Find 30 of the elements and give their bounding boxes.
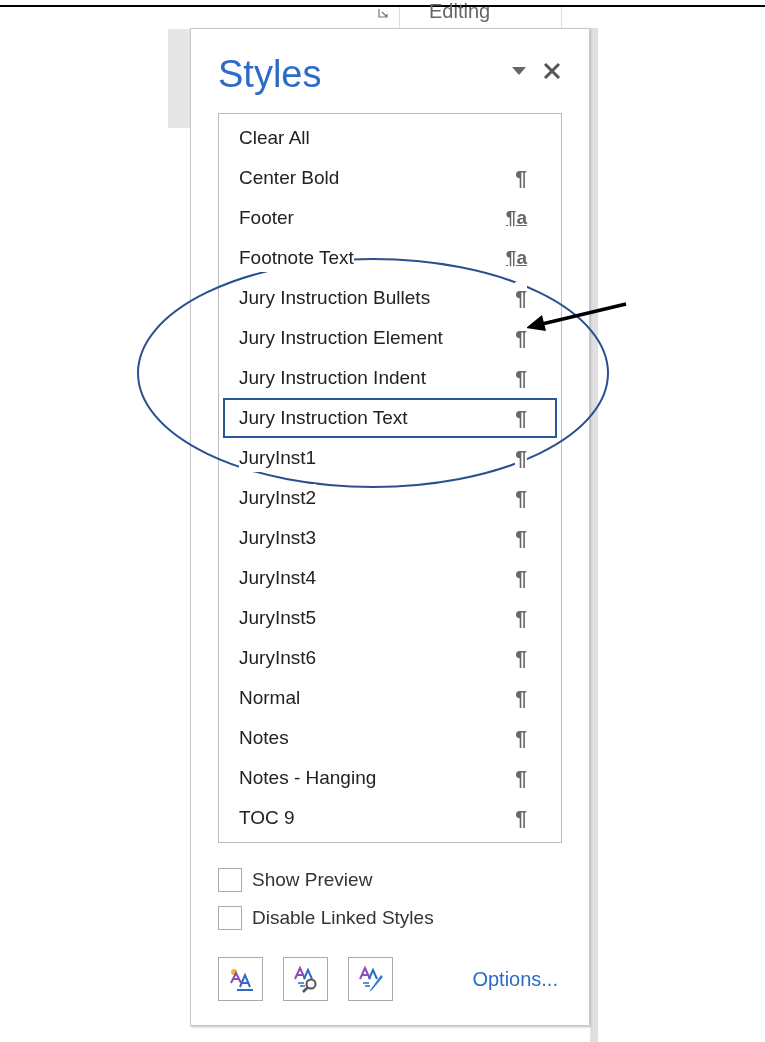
dialog-launcher-icon[interactable]: [378, 8, 388, 18]
style-item[interactable]: Center Bold ¶: [223, 158, 557, 198]
style-item[interactable]: Jury Instruction Bullets ¶: [223, 278, 557, 318]
style-item[interactable]: JuryInst1 ¶: [223, 438, 557, 478]
option-checkbox[interactable]: Show Preview: [218, 867, 561, 893]
ribbon-group-label: Editing: [429, 1, 491, 24]
dropdown-icon[interactable]: [512, 67, 526, 75]
style-inspector-button[interactable]: [283, 957, 328, 1001]
close-icon[interactable]: [543, 62, 561, 80]
style-item[interactable]: Notes - Hanging ¶: [223, 758, 557, 798]
style-item[interactable]: JuryInst6 ¶: [223, 638, 557, 678]
style-item[interactable]: Notes ¶: [223, 718, 557, 758]
style-item[interactable]: JuryInst4 ¶: [223, 558, 557, 598]
style-item[interactable]: JuryInst2 ¶: [223, 478, 557, 518]
style-item[interactable]: Jury Instruction Text ¶: [223, 398, 557, 438]
style-item[interactable]: TOC 9 ¶: [223, 798, 557, 838]
style-item[interactable]: Normal ¶: [223, 678, 557, 718]
style-item[interactable]: Footer ¶a: [223, 198, 557, 238]
style-item[interactable]: Clear All: [223, 118, 557, 158]
style-item[interactable]: JuryInst3 ¶: [223, 518, 557, 558]
manage-styles-icon: [356, 965, 385, 993]
style-item[interactable]: JuryInst5 ¶: [223, 598, 557, 638]
style-item[interactable]: Jury Instruction Indent ¶: [223, 358, 557, 398]
style-item[interactable]: Footnote Text ¶a: [223, 238, 557, 278]
option-checkbox[interactable]: Disable Linked Styles: [218, 905, 561, 931]
options-link[interactable]: Options...: [472, 964, 558, 994]
pane-title: Styles: [218, 52, 322, 97]
style-item[interactable]: Jury Instruction Element ¶: [223, 318, 557, 358]
manage-styles-button[interactable]: [348, 957, 393, 1001]
new-style-button[interactable]: [218, 957, 263, 1001]
